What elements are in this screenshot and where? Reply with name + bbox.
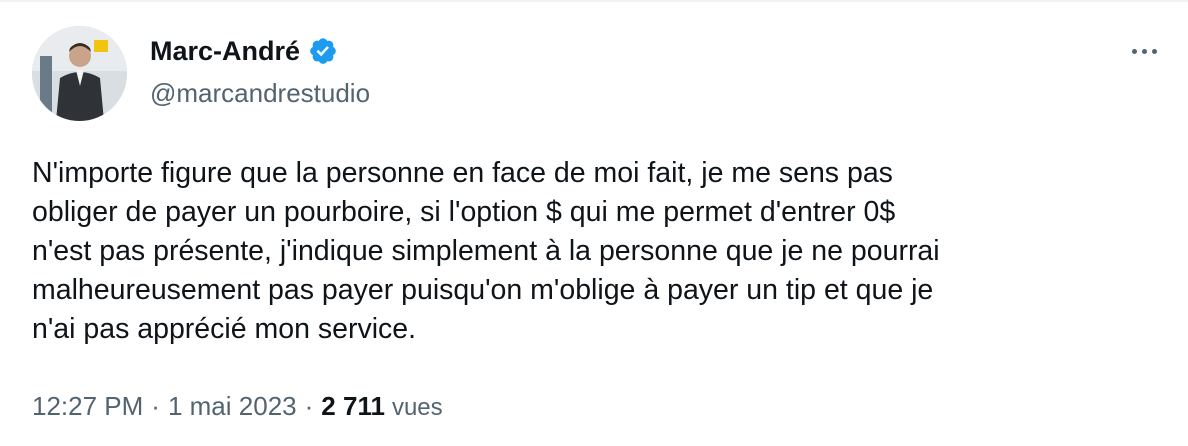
avatar[interactable] — [32, 26, 127, 121]
tweet-card: Marc-André @marcandrestudio N'importe fi… — [0, 0, 1188, 446]
meta-separator: · — [304, 391, 314, 421]
more-options-button[interactable] — [1124, 36, 1164, 66]
views-label[interactable]: vues — [392, 391, 443, 425]
author-display-name[interactable]: Marc-André — [150, 34, 300, 68]
meta-separator: · — [151, 391, 160, 421]
verified-badge-icon — [308, 36, 338, 66]
tweet-date[interactable]: 1 mai 2023 — [168, 389, 297, 423]
views-count[interactable]: 2 711 — [321, 389, 385, 423]
more-horizontal-icon-dot — [1151, 48, 1157, 54]
more-horizontal-icon-dot — [1141, 48, 1147, 54]
top-divider — [0, 0, 1188, 2]
author-handle[interactable]: @marcandrestudio — [150, 76, 370, 110]
tweet-time[interactable]: 12:27 PM — [32, 389, 143, 423]
author-name-row[interactable]: Marc-André — [150, 34, 338, 68]
more-horizontal-icon — [1131, 48, 1137, 54]
tweet-text: N'importe figure que la personne en face… — [32, 157, 940, 345]
tweet-meta: 12:27 PM · 1 mai 2023 · 2 711 vues — [32, 389, 443, 425]
